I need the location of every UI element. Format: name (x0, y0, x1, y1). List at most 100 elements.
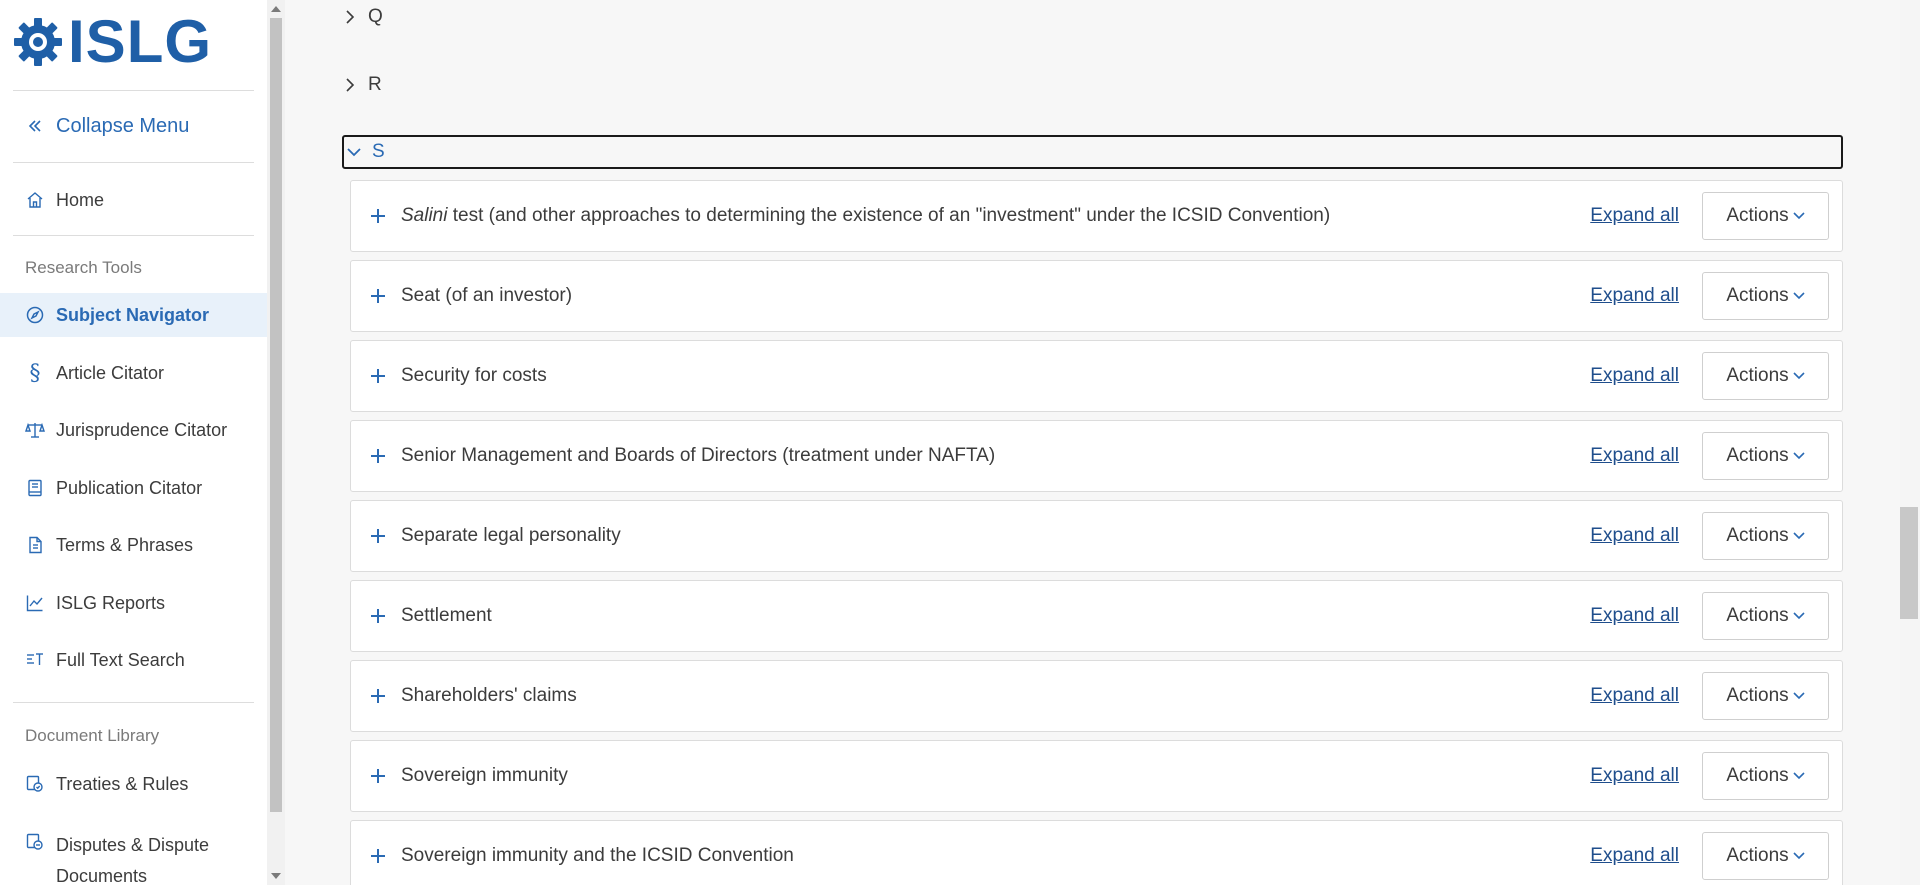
topic-title[interactable]: Settlement (401, 605, 1590, 627)
topic-title-text: Seat (of an investor) (401, 285, 573, 306)
actions-label: Actions (1726, 285, 1789, 306)
sidebar-item-label-line2: Documents (56, 866, 148, 885)
plus-icon[interactable] (369, 607, 387, 625)
plus-icon[interactable] (369, 287, 387, 305)
actions-dropdown[interactable]: Actions (1702, 512, 1829, 560)
letter-group-s[interactable]: S (342, 135, 1843, 169)
chevron-down-icon (1793, 772, 1805, 780)
topic-title-text: Sovereign immunity and the ICSID Convent… (401, 845, 794, 866)
topic-title[interactable]: Shareholders' claims (401, 685, 1590, 707)
topic-title[interactable]: Sovereign immunity and the ICSID Convent… (401, 845, 1590, 867)
actions-dropdown[interactable]: Actions (1702, 192, 1829, 240)
sidebar-item-terms-phrases[interactable]: Terms & Phrases (0, 523, 267, 567)
actions-label: Actions (1726, 845, 1789, 866)
plus-icon[interactable] (369, 447, 387, 465)
plus-icon[interactable] (369, 207, 387, 225)
compass-icon (25, 305, 45, 325)
expand-all-link[interactable]: Expand all (1590, 765, 1679, 787)
collapse-menu-button[interactable]: Collapse Menu (0, 104, 267, 148)
expand-all-link[interactable]: Expand all (1590, 365, 1679, 387)
topic-row: Sovereign immunity Expand all Actions (350, 740, 1843, 812)
letter-label: R (368, 74, 382, 95)
expand-all-link[interactable]: Expand all (1590, 445, 1679, 467)
actions-dropdown[interactable]: Actions (1702, 272, 1829, 320)
scroll-down-arrow-icon[interactable] (271, 873, 281, 879)
topic-title[interactable]: Seat (of an investor) (401, 285, 1590, 307)
sidebar-item-subject-navigator[interactable]: Subject Navigator (0, 293, 267, 337)
chevron-down-icon (347, 148, 361, 157)
app: ISLG Collapse Menu Home Research Tools S… (0, 0, 1920, 885)
page-scrollbar-thumb[interactable] (1900, 507, 1918, 619)
plus-icon[interactable] (369, 527, 387, 545)
sidebar-item-label-line1: Disputes & Dispute (56, 835, 210, 855)
topic-title[interactable]: Salini test (and other approaches to det… (401, 205, 1590, 227)
topic-title-text: Sovereign immunity (401, 765, 568, 786)
letter-group-q[interactable]: Q (342, 0, 1842, 34)
actions-dropdown[interactable]: Actions (1702, 432, 1829, 480)
topic-title-italic: Salini (401, 205, 448, 226)
actions-dropdown[interactable]: Actions (1702, 352, 1829, 400)
scroll-up-arrow-icon[interactable] (271, 6, 281, 12)
section-heading-library: Document Library (25, 726, 160, 745)
plus-icon[interactable] (369, 767, 387, 785)
sidebar-item-islg-reports[interactable]: ISLG Reports (0, 581, 267, 625)
brand-logo[interactable]: ISLG (12, 12, 212, 72)
expand-all-link[interactable]: Expand all (1590, 525, 1679, 547)
sidebar-item-jurisprudence-citator[interactable]: Jurisprudence Citator (0, 408, 267, 452)
actions-label: Actions (1726, 525, 1789, 546)
chevron-down-icon (1793, 612, 1805, 620)
dispute-icon (25, 832, 45, 852)
chevron-down-icon (1793, 852, 1805, 860)
sidebar-scrollbar-thumb[interactable] (270, 18, 282, 812)
subject-navigator-main: Q R S Salini test (and other approaches … (285, 0, 1900, 885)
expand-all-link[interactable]: Expand all (1590, 845, 1679, 867)
actions-dropdown[interactable]: Actions (1702, 832, 1829, 880)
chevron-down-icon (1793, 532, 1805, 540)
plus-icon[interactable] (369, 687, 387, 705)
topic-title[interactable]: Senior Management and Boards of Director… (401, 445, 1590, 467)
expand-all-link[interactable]: Expand all (1590, 685, 1679, 707)
letter-label: S (372, 141, 385, 162)
topic-title-text: Security for costs (401, 365, 547, 386)
sidebar-item-label: Full Text Search (56, 649, 185, 670)
actions-label: Actions (1726, 445, 1789, 466)
sidebar-divider (13, 90, 254, 91)
chart-line-icon (25, 593, 45, 613)
sidebar-item-disputes[interactable]: Disputes & Dispute Documents (0, 820, 267, 885)
topic-title-text: test (and other approaches to determinin… (447, 205, 1331, 226)
sidebar: ISLG Collapse Menu Home Research Tools S… (0, 0, 267, 885)
topic-title[interactable]: Sovereign immunity (401, 765, 1590, 787)
topic-row: Separate legal personality Expand all Ac… (350, 500, 1843, 572)
document-icon (25, 535, 45, 555)
chevron-down-icon (1793, 692, 1805, 700)
topic-title[interactable]: Separate legal personality (401, 525, 1590, 547)
collapse-menu-label: Collapse Menu (56, 114, 190, 137)
sidebar-item-publication-citator[interactable]: Publication Citator (0, 466, 267, 510)
expand-all-link[interactable]: Expand all (1590, 205, 1679, 227)
sidebar-item-full-text-search[interactable]: Full Text Search (0, 638, 267, 682)
letter-group-r[interactable]: R (342, 68, 1842, 102)
sidebar-item-label: Article Citator (56, 362, 165, 383)
actions-dropdown[interactable]: Actions (1702, 672, 1829, 720)
topic-row: Shareholders' claims Expand all Actions (350, 660, 1843, 732)
sidebar-item-label: Terms & Phrases (56, 534, 194, 555)
expand-all-link[interactable]: Expand all (1590, 285, 1679, 307)
sidebar-divider (13, 702, 254, 703)
sidebar-divider (13, 162, 254, 163)
chevron-down-icon (1793, 372, 1805, 380)
expand-all-link[interactable]: Expand all (1590, 605, 1679, 627)
plus-icon[interactable] (369, 367, 387, 385)
plus-icon[interactable] (369, 847, 387, 865)
actions-label: Actions (1726, 205, 1789, 226)
topic-title[interactable]: Security for costs (401, 365, 1590, 387)
sidebar-scrollbar[interactable] (267, 0, 285, 885)
page-scrollbar[interactable] (1900, 0, 1920, 885)
topic-title-text: Settlement (401, 605, 492, 626)
letter-label: Q (368, 6, 383, 27)
sidebar-item-article-citator[interactable]: § Article Citator (0, 351, 267, 395)
actions-dropdown[interactable]: Actions (1702, 752, 1829, 800)
sidebar-item-treaties-rules[interactable]: Treaties & Rules (0, 762, 267, 806)
actions-dropdown[interactable]: Actions (1702, 592, 1829, 640)
sidebar-item-home[interactable]: Home (0, 178, 267, 222)
topic-row: Settlement Expand all Actions (350, 580, 1843, 652)
